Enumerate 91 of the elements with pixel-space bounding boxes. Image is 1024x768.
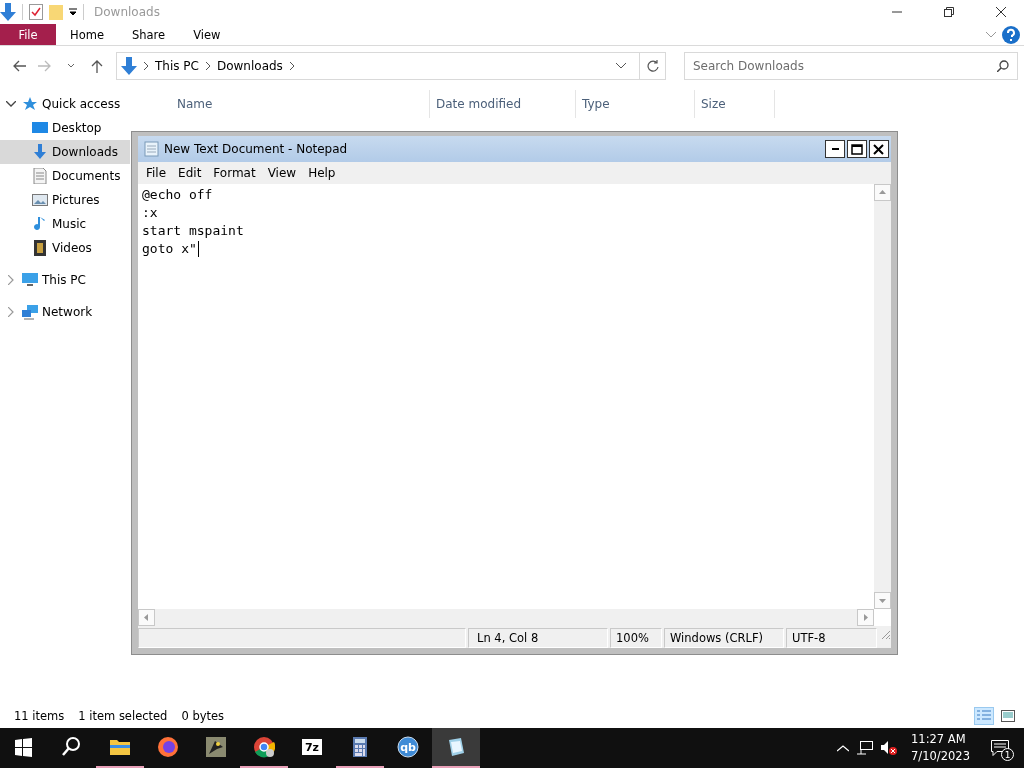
window-title: Downloads [94, 5, 160, 19]
star-icon [22, 96, 38, 112]
menu-item[interactable]: Format [207, 166, 262, 180]
vertical-scrollbar[interactable] [874, 184, 891, 609]
chevron-up-icon[interactable] [837, 744, 850, 752]
line-ending: Windows (CRLF) [664, 628, 784, 648]
breadcrumb-item[interactable]: This PC [155, 59, 199, 73]
nav-item[interactable]: Videos [0, 236, 130, 260]
back-arrow-icon[interactable] [12, 59, 26, 73]
menu-item[interactable]: View [261, 166, 303, 180]
maximize-button[interactable] [847, 140, 867, 158]
download-icon[interactable] [0, 3, 16, 21]
nav-item[interactable]: Music [0, 212, 130, 236]
taskbar-button[interactable]: 7z [288, 728, 336, 768]
close-icon [873, 143, 885, 155]
download-icon [32, 144, 48, 160]
close-button[interactable] [869, 140, 889, 158]
column-header[interactable]: Size [695, 90, 775, 118]
maximize-icon [851, 143, 863, 155]
browser-icon [157, 736, 179, 758]
chevron-icon [204, 62, 211, 70]
menu-item[interactable]: Help [302, 166, 342, 180]
nav-item[interactable]: Pictures [0, 188, 130, 212]
file-menu-button[interactable]: File [0, 24, 56, 45]
picture-frame-icon [32, 192, 48, 208]
music-note-icon [32, 216, 48, 232]
network-icon [22, 304, 38, 320]
collapse-chevron-icon[interactable] [6, 101, 16, 107]
bird-icon [205, 736, 227, 758]
help-icon[interactable] [1002, 25, 1020, 44]
notifications-button[interactable]: 1 [984, 734, 1016, 762]
torrent-app-icon: qb [397, 736, 419, 758]
item-count: 11 items [14, 709, 65, 723]
taskbar-button[interactable]: qb [384, 728, 432, 768]
notification-count: 1 [1001, 748, 1014, 761]
refresh-icon[interactable] [646, 60, 659, 72]
up-arrow-icon[interactable] [90, 59, 104, 73]
menu-item[interactable]: Edit [172, 166, 208, 180]
cursor-position: Ln 4, Col 8 [468, 628, 608, 648]
menu-item[interactable]: File [140, 166, 173, 180]
nav-item[interactable]: Desktop [0, 116, 130, 140]
taskbar-button[interactable] [432, 728, 480, 768]
breadcrumb-item[interactable]: Downloads [216, 59, 283, 73]
download-icon [121, 57, 137, 75]
column-header[interactable]: Name [130, 90, 430, 118]
computer-icon [22, 272, 38, 288]
close-icon[interactable] [996, 7, 1006, 17]
expand-chevron-icon[interactable] [8, 275, 14, 285]
dropdown-icon[interactable] [69, 8, 77, 16]
window-title: New Text Document - Notepad [164, 142, 348, 156]
muted-speaker-icon[interactable] [881, 741, 898, 755]
resize-grip-icon[interactable] [879, 628, 891, 640]
expand-ribbon-icon[interactable] [986, 31, 996, 38]
document-icon [32, 168, 48, 184]
address-bar[interactable]: This PC Downloads [116, 52, 666, 80]
encoding: UTF-8 [786, 628, 877, 648]
nav-item[interactable]: This PC [0, 268, 130, 292]
properties-icon[interactable] [29, 4, 43, 20]
column-header[interactable]: Type [576, 90, 695, 118]
archive-app-icon: 7z [301, 736, 323, 758]
minimize-icon [831, 148, 839, 150]
horizontal-scrollbar[interactable] [138, 609, 874, 626]
ribbon-tab[interactable]: Share [117, 24, 180, 45]
message-icon [991, 740, 1009, 756]
network-icon[interactable] [857, 741, 874, 755]
nav-item[interactable]: Network [0, 300, 130, 324]
nav-item[interactable]: Quick access [0, 92, 130, 116]
desktop-icon [32, 120, 48, 136]
film-icon [32, 240, 48, 256]
search-field[interactable]: Search Downloads [684, 52, 1018, 80]
start-icon [13, 736, 35, 758]
minimize-button[interactable] [825, 140, 845, 158]
zoom-level: 100% [610, 628, 662, 648]
restore-icon[interactable] [944, 7, 954, 17]
clock[interactable]: 11:27 AM 7/10/2023 [905, 731, 976, 765]
expand-chevron-icon[interactable] [8, 307, 14, 317]
chevron-icon[interactable] [288, 62, 295, 70]
nav-item[interactable]: Documents [0, 164, 130, 188]
selection-info: 1 item selected [78, 709, 168, 723]
column-header[interactable]: Date modified [430, 90, 576, 118]
nav-item[interactable]: Downloads [0, 140, 130, 164]
dropdown-icon[interactable] [616, 63, 626, 69]
ribbon-tab[interactable]: View [179, 24, 235, 45]
ribbon-tab[interactable]: Home [56, 24, 118, 45]
large-icons-view-icon[interactable] [1001, 710, 1015, 722]
chevron-icon [143, 62, 149, 70]
notepad-icon [144, 141, 160, 157]
browser-icon [253, 736, 275, 758]
search-icon[interactable] [997, 60, 1009, 72]
search-icon [61, 736, 83, 758]
selection-size: 0 bytes [181, 709, 225, 723]
